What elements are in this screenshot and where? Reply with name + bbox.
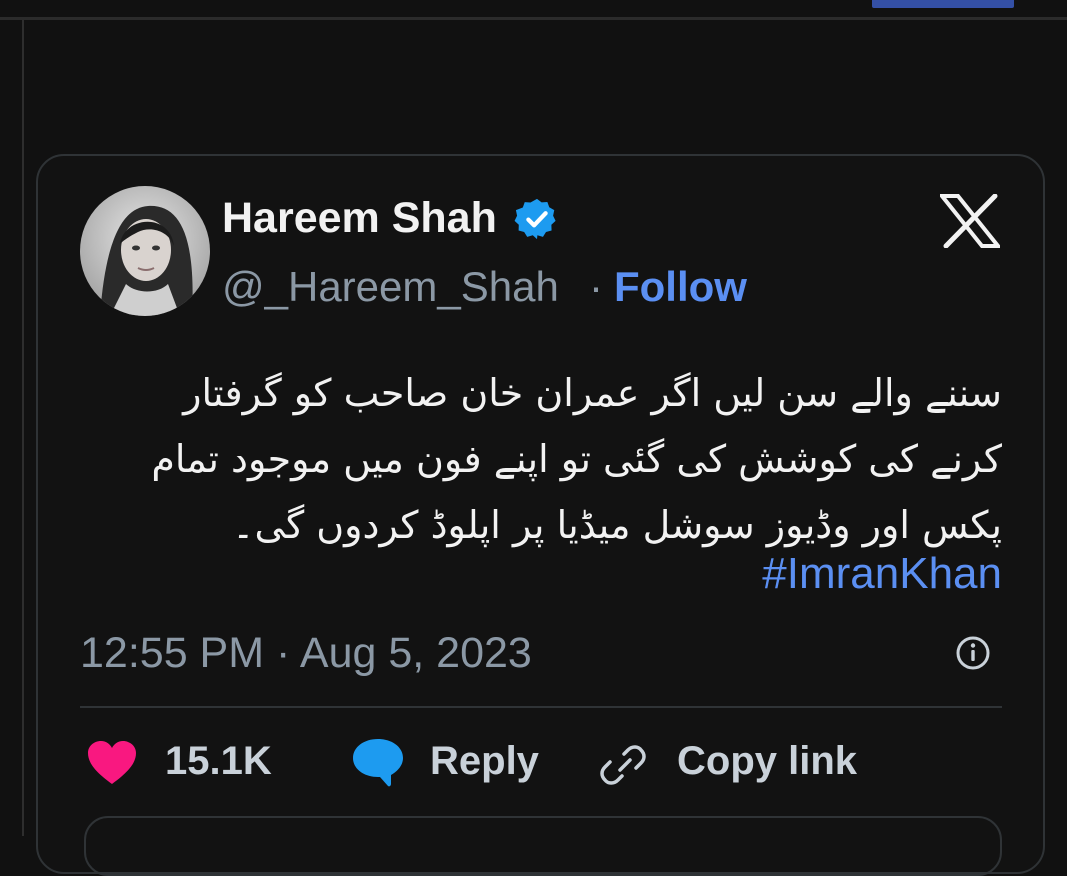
user-handle[interactable]: @_Hareem_Shah <box>222 262 559 312</box>
avatar[interactable] <box>80 186 210 316</box>
next-card-edge <box>84 816 1002 876</box>
display-name[interactable]: Hareem Shah <box>222 192 497 244</box>
copy-link-button[interactable]: Copy link <box>677 736 857 786</box>
reply-bubble-icon[interactable] <box>350 736 406 788</box>
x-logo-icon[interactable] <box>940 194 1000 248</box>
heart-icon[interactable] <box>86 740 138 786</box>
info-icon[interactable] <box>955 635 991 671</box>
left-divider <box>22 20 24 836</box>
top-blue-button[interactable] <box>872 0 1014 8</box>
action-divider <box>80 706 1002 708</box>
like-count[interactable]: 15.1K <box>165 736 272 786</box>
link-icon[interactable] <box>598 740 648 788</box>
tweet-text-line: کرنے کی کوشش کی گئی تو اپنے فون میں موجو… <box>151 437 1002 481</box>
tweet-text-line: سننے والے سن لیں اگر عمران خان صاحب کو گ… <box>183 371 1002 415</box>
tweet-text: سننے والے سن لیں اگر عمران خان صاحب کو گ… <box>90 360 1002 558</box>
avatar-photo <box>80 186 210 316</box>
separator-dot: · <box>589 263 603 310</box>
verified-badge-icon <box>514 198 556 240</box>
hashtag-link[interactable]: #ImranKhan <box>600 546 1002 602</box>
tweet-timestamp[interactable]: 12:55 PM · Aug 5, 2023 <box>80 626 532 680</box>
reply-button[interactable]: Reply <box>430 736 539 786</box>
follow-button[interactable]: Follow <box>614 262 747 312</box>
